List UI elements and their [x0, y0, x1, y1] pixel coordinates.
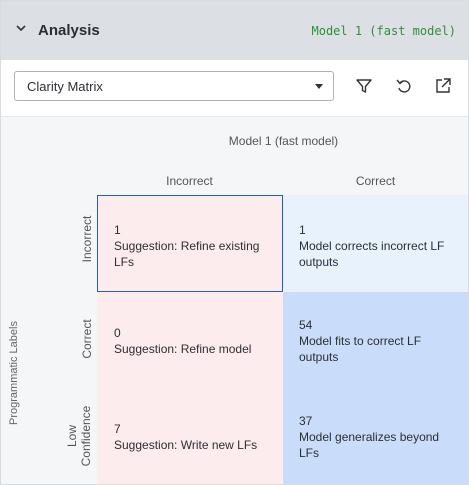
matrix-cell-incorrect-correct[interactable]: 1 Model corrects incorrect LF outputs — [283, 195, 468, 292]
row-label-line: Low — [65, 425, 79, 448]
matrix-cell-correct-correct[interactable]: 54 Model fits to correct LF outputs — [283, 292, 468, 388]
view-select-value: Clarity Matrix — [27, 79, 103, 94]
model-badge: Model 1 (fast model) — [311, 24, 457, 38]
cell-description: Suggestion: Refine existing LFs — [114, 239, 260, 269]
chevron-down-icon[interactable] — [16, 23, 26, 33]
undo-button[interactable] — [394, 76, 414, 96]
cell-count: 1 — [299, 223, 306, 237]
column-label-incorrect: Incorrect — [166, 174, 213, 188]
matrix-cell-lowconf-correct[interactable]: 37 Model generalizes beyond LFs — [283, 388, 468, 484]
caret-down-icon — [315, 84, 323, 89]
row-label-incorrect: Incorrect — [80, 215, 94, 263]
row-label-correct: Correct — [80, 319, 94, 359]
cell-count: 54 — [299, 318, 313, 332]
panel-header[interactable]: Analysis Model 1 (fast model) — [1, 1, 468, 60]
matrix-cell-correct-incorrect[interactable]: 0 Suggestion: Refine model — [97, 292, 283, 388]
open-external-button[interactable] — [433, 76, 453, 96]
toolbar: Clarity Matrix — [1, 60, 468, 117]
cell-count: 1 — [114, 223, 121, 237]
matrix-cell-incorrect-incorrect[interactable]: 1 Suggestion: Refine existing LFs — [97, 195, 283, 292]
row-label-low-confidence: Low Confidence — [65, 388, 93, 484]
cell-count: 37 — [299, 414, 313, 428]
filter-button[interactable] — [354, 76, 374, 96]
cell-description: Suggestion: Write new LFs — [114, 438, 258, 452]
panel-title: Analysis — [38, 22, 100, 39]
filter-icon — [356, 79, 372, 93]
analysis-panel: Analysis Model 1 (fast model) Clarity Ma… — [0, 0, 469, 485]
clarity-matrix: Model 1 (fast model) Incorrect Correct P… — [1, 117, 468, 484]
cell-count: 0 — [114, 326, 121, 340]
programmatic-labels-axis: Programmatic Labels — [8, 321, 20, 425]
cell-description: Suggestion: Refine model — [114, 342, 252, 356]
external-link-icon — [436, 78, 451, 93]
undo-icon — [396, 79, 411, 93]
cell-description: Model fits to correct LF outputs — [299, 334, 422, 364]
column-label-correct: Correct — [355, 174, 396, 188]
view-select[interactable]: Clarity Matrix — [14, 71, 334, 101]
cell-description: Model corrects incorrect LF outputs — [299, 239, 445, 269]
matrix-cell-lowconf-incorrect[interactable]: 7 Suggestion: Write new LFs — [97, 388, 283, 484]
model-axis-label: Model 1 (fast model) — [228, 134, 339, 148]
cell-count: 7 — [114, 422, 121, 436]
row-label-line: Confidence — [79, 405, 93, 467]
cell-description: Model generalizes beyond LFs — [299, 430, 440, 460]
